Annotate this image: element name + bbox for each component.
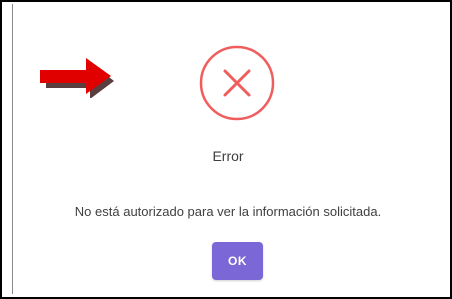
screenshot-frame: Error No está autorizado para ver la inf… xyxy=(0,0,452,299)
dialog-message: No está autorizado para ver la informaci… xyxy=(74,204,382,219)
dialog-title: Error xyxy=(212,148,244,164)
error-x-circle-icon xyxy=(199,45,275,121)
ok-button[interactable]: OK xyxy=(212,242,263,280)
red-arrow-right-icon xyxy=(40,58,114,98)
